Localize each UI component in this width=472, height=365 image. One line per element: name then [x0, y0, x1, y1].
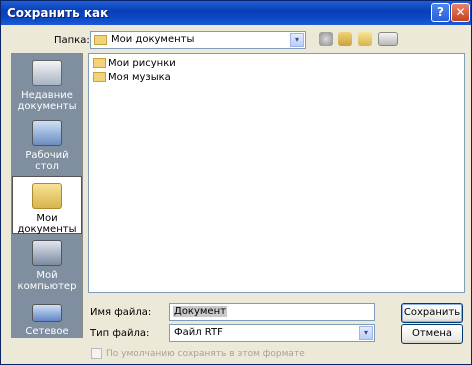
- views-menu-icon[interactable]: [378, 32, 398, 46]
- title-bar[interactable]: Сохранить как ? ✕: [1, 1, 471, 25]
- filename-input[interactable]: Документ: [169, 303, 375, 321]
- folder-combo-value: Мои документы: [111, 34, 195, 45]
- place-network[interactable]: Сетевое: [12, 304, 82, 337]
- folder-icon: [93, 58, 106, 68]
- cancel-button[interactable]: Отмена: [401, 324, 463, 344]
- help-button[interactable]: ?: [431, 3, 450, 22]
- list-item[interactable]: Моя музыка: [93, 72, 171, 83]
- places-bar: Недавние документы Рабочий стол Мои доку…: [11, 53, 83, 338]
- filetype-value: Файл RTF: [174, 327, 223, 338]
- place-my-computer[interactable]: Мой компьютер: [12, 240, 82, 292]
- my-documents-icon: [32, 183, 62, 209]
- file-list[interactable]: Мои рисунки Моя музыка: [88, 53, 465, 293]
- filetype-label: Тип файла:: [90, 328, 150, 339]
- file-name: Моя музыка: [108, 72, 171, 83]
- back-icon[interactable]: [319, 32, 333, 46]
- desktop-icon: [32, 120, 62, 146]
- place-label: Недавние документы: [17, 90, 77, 112]
- place-label: Сетевое: [25, 326, 69, 337]
- folder-dropdown-arrow-icon[interactable]: ▾: [290, 33, 304, 47]
- place-label: Рабочий стол: [25, 150, 69, 172]
- folder-combo[interactable]: Мои документы ▾: [90, 31, 306, 49]
- filetype-combo[interactable]: Файл RTF ▾: [169, 324, 375, 342]
- checkbox-label: По умолчанию сохранять в этом формате: [106, 349, 305, 359]
- new-folder-icon[interactable]: [358, 32, 372, 46]
- folder-icon: [93, 72, 106, 82]
- close-button[interactable]: ✕: [451, 3, 470, 22]
- checkbox-box[interactable]: [91, 348, 102, 359]
- filename-label: Имя файла:: [90, 307, 152, 318]
- place-my-documents[interactable]: Мои документы: [12, 176, 82, 235]
- my-computer-icon: [32, 240, 62, 266]
- up-folder-icon[interactable]: [338, 32, 352, 46]
- place-recent-documents[interactable]: Недавние документы: [12, 60, 82, 112]
- dialog-title: Сохранить как: [7, 6, 109, 20]
- place-label: Мои документы: [17, 213, 77, 235]
- list-item[interactable]: Мои рисунки: [93, 58, 176, 69]
- place-label: Мой компьютер: [17, 270, 77, 292]
- my-documents-small-icon: [94, 35, 107, 45]
- place-desktop[interactable]: Рабочий стол: [12, 120, 82, 172]
- filetype-dropdown-arrow-icon[interactable]: ▾: [359, 326, 373, 340]
- file-name: Мои рисунки: [108, 58, 176, 69]
- network-icon: [32, 304, 62, 322]
- filename-value: Документ: [173, 306, 227, 317]
- save-button[interactable]: Сохранить: [401, 303, 463, 323]
- recent-documents-icon: [32, 60, 62, 86]
- folder-label: Папка:: [54, 35, 90, 46]
- save-as-dialog: Сохранить как ? ✕ Папка: Мои документы ▾…: [0, 0, 472, 365]
- default-format-checkbox[interactable]: По умолчанию сохранять в этом формате: [91, 348, 305, 359]
